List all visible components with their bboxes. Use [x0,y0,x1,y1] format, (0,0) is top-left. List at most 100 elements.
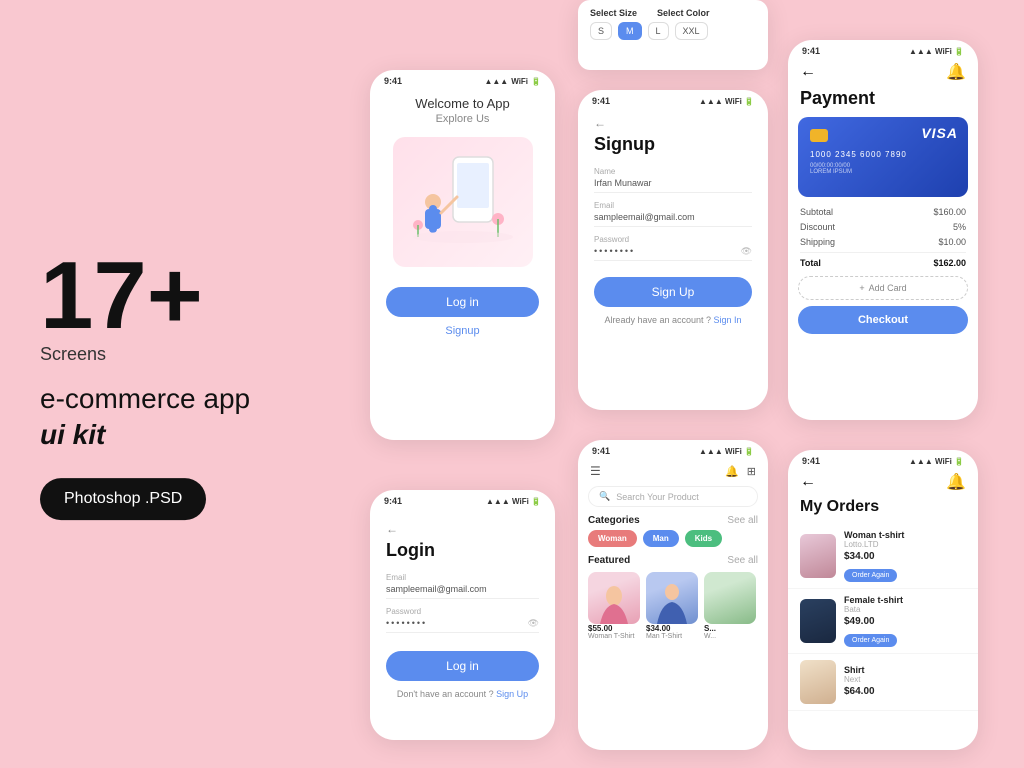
phone-login: 9:41 ▲▲▲ WiFi 🔋 ← Login Email sampleemai… [370,490,555,740]
status-bar-signup: 9:41 ▲▲▲ WiFi 🔋 [578,90,768,108]
order-again-button-2[interactable]: Order Again [844,634,897,647]
product-name-extra: W... [704,633,756,640]
signin-link[interactable]: Sign In [714,315,742,325]
product-price-woman: $55.00 [588,624,640,633]
phone-payment: 9:41 ▲▲▲ WiFi 🔋 ← 🔔 Payment VISA 1000 23… [788,40,978,420]
phone-home: 9:41 ▲▲▲ WiFi 🔋 ☰ 🔔 ⊞ 🔍 Search Your Prod… [578,440,768,750]
status-bar-orders: 9:41 ▲▲▲ WiFi 🔋 [788,450,978,468]
order-item-3: Shirt Next $64.00 [788,654,978,711]
order-image-3 [800,660,836,704]
subtotal-row: Subtotal $160.00 [800,207,966,217]
total-row: Total $162.00 [800,252,966,268]
cat-woman[interactable]: Woman [588,530,637,547]
size-buttons: S M L XXL [578,22,768,48]
size-m[interactable]: M [618,22,642,40]
login-submit-button[interactable]: Log in [386,651,539,681]
card-info: 00/00:00:00/00 LOREM IPSUM [810,163,956,175]
order-item-1: Woman t-shirt Lotto.LTD $34.00 Order Aga… [788,524,978,589]
phone-size-color: Select Size Select Color S M L XXL [578,0,768,70]
categories-see-all[interactable]: See all [727,515,758,526]
search-bar[interactable]: 🔍 Search Your Product [588,486,758,507]
filter-icon[interactable]: ⊞ [747,465,756,478]
discount-row: Discount 5% [800,222,966,232]
checkout-button[interactable]: Checkout [798,306,968,334]
order-image-2 [800,599,836,643]
eye-icon[interactable]: 👁 [528,618,539,629]
order-again-button-1[interactable]: Order Again [844,569,897,582]
product-image-extra [704,572,756,624]
product-grid: $55.00 Woman T-Shirt $34.00 Man T-Shirt … [578,572,768,640]
payment-rows: Subtotal $160.00 Discount 5% Shipping $1… [788,207,978,268]
cat-man[interactable]: Man [643,530,679,547]
app-description: e-commerce app ui kit [40,381,320,454]
login-title: Login [386,540,539,561]
phone-signup: 9:41 ▲▲▲ WiFi 🔋 ← Signup Name Irfan Muna… [578,90,768,410]
search-icon: 🔍 [599,491,610,502]
card-chip [810,129,828,142]
back-arrow-orders[interactable]: ← [800,473,816,491]
plus-icon: + [859,283,864,293]
signup-link[interactable]: Signup [445,325,479,337]
welcome-subtitle: Explore Us [436,113,490,125]
featured-header: Featured See all [578,555,768,572]
signup-submit-button[interactable]: Sign Up [594,277,752,307]
welcome-body: Welcome to App Explore Us [370,88,555,353]
bell-icon-orders[interactable]: 🔔 [946,472,966,492]
login-button[interactable]: Log in [386,287,539,317]
signup-title: Signup [594,134,752,155]
psd-badge: Photoshop .PSD [40,478,206,520]
welcome-title: Welcome to App [415,96,509,111]
signup-link-login[interactable]: Sign Up [496,689,528,699]
product-card-man[interactable]: $34.00 Man T-Shirt [646,572,698,640]
product-name-woman: Woman T-Shirt [588,633,640,640]
visa-logo: VISA [921,125,958,141]
order-info-2: Female t-shirt Bata $49.00 Order Again [844,595,966,647]
bell-icon-payment[interactable]: 🔔 [946,62,966,82]
product-image-woman [588,572,640,624]
signin-text: Already have an account ? Sign In [594,315,752,325]
size-s[interactable]: S [590,22,612,40]
back-arrow-signup[interactable]: ← [594,112,752,134]
screen-count: 17+ [40,248,320,344]
product-card-extra[interactable]: S... W... [704,572,756,640]
shipping-row: Shipping $10.00 [800,237,966,247]
eye-icon-signup[interactable]: 👁 [741,246,752,257]
phone-welcome: 9:41 ▲▲▲ WiFi 🔋 Welcome to App Explore U… [370,70,555,440]
payment-title: Payment [788,84,978,117]
login-form: ← Login Email sampleemail@gmail.com Pass… [370,508,555,709]
hamburger-icon[interactable]: ☰ [590,464,601,478]
featured-see-all[interactable]: See all [727,555,758,566]
phone-orders: 9:41 ▲▲▲ WiFi 🔋 ← 🔔 My Orders Woman t-sh… [788,450,978,750]
orders-title: My Orders [788,494,978,524]
product-card-woman[interactable]: $55.00 Woman T-Shirt [588,572,640,640]
bell-icon[interactable]: 🔔 [725,465,739,478]
back-arrow-payment[interactable]: ← [800,63,816,81]
category-pills: Woman Man Kids [578,530,768,555]
visa-card: VISA 1000 2345 6000 7890 00/00:00:00/00 … [798,117,968,197]
signup-form: ← Signup Name Irfan Munawar Email sample… [578,108,768,337]
product-image-man [646,572,698,624]
add-card-button[interactable]: + Add Card [798,276,968,300]
product-price-extra: S... [704,624,756,633]
left-panel: 17+ Screens e-commerce app ui kit Photos… [40,248,320,520]
status-bar-home: 9:41 ▲▲▲ WiFi 🔋 [578,440,768,458]
product-price-man: $34.00 [646,624,698,633]
payment-header: ← 🔔 [788,58,978,84]
size-l[interactable]: L [648,22,669,40]
home-header: ☰ 🔔 ⊞ [578,458,768,482]
size-color-labels: Select Size Select Color [578,0,768,22]
signup-text: Don't have an account ? Sign Up [386,689,539,699]
order-image-1 [800,534,836,578]
status-bar-login: 9:41 ▲▲▲ WiFi 🔋 [370,490,555,508]
categories-header: Categories See all [578,515,768,530]
order-info-3: Shirt Next $64.00 [844,665,966,699]
status-bar-welcome: 9:41 ▲▲▲ WiFi 🔋 [370,70,555,88]
back-arrow[interactable]: ← [386,518,539,540]
orders-header: ← 🔔 [788,468,978,494]
order-info-1: Woman t-shirt Lotto.LTD $34.00 Order Aga… [844,530,966,582]
card-number: 1000 2345 6000 7890 [810,150,956,159]
cat-kids[interactable]: Kids [685,530,722,547]
order-item-2: Female t-shirt Bata $49.00 Order Again [788,589,978,654]
product-name-man: Man T-Shirt [646,633,698,640]
size-xxl[interactable]: XXL [675,22,708,40]
